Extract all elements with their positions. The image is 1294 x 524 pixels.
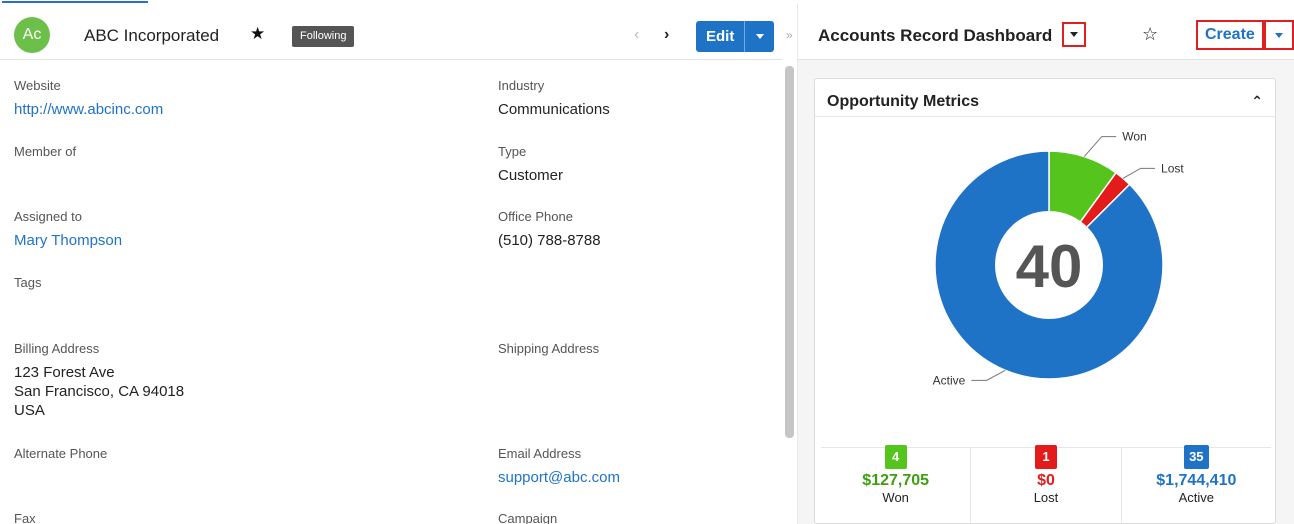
- dashlet-title: Opportunity Metrics: [827, 93, 980, 110]
- leader-line-won: [1083, 136, 1117, 157]
- edit-button[interactable]: Edit: [696, 21, 745, 52]
- industry-value[interactable]: Communications: [498, 100, 610, 119]
- office-phone-value[interactable]: (510) 788-8788: [498, 231, 601, 250]
- opportunity-donut-chart: 40 Won Lost Active: [933, 130, 1185, 388]
- slice-label-won: Won: [1122, 130, 1146, 144]
- dashboard-header: Accounts Record Dashboard ☆ Create: [798, 4, 1294, 60]
- email-address-link[interactable]: support@abc.com: [498, 468, 620, 487]
- collapse-pane-icon[interactable]: »: [786, 28, 793, 42]
- slice-label-active: Active: [933, 373, 966, 387]
- billing-address-line3[interactable]: USA: [14, 401, 45, 420]
- slice-label-lost: Lost: [1161, 161, 1184, 175]
- dashboard-favorite-star-icon[interactable]: ☆: [1142, 24, 1158, 45]
- dashboard-menu-dropdown[interactable]: [1062, 22, 1086, 47]
- donut-total-label: 40: [1016, 233, 1083, 300]
- website-link[interactable]: http://www.abcinc.com: [14, 100, 163, 119]
- opportunity-metrics-dashlet: Opportunity Metrics ⌃ 40 Won Lost Active 4 $…: [814, 78, 1276, 524]
- metric-label: Lost: [1033, 490, 1059, 505]
- avatar: Ac: [14, 17, 50, 53]
- metric-amount: $1,744,410: [1156, 472, 1237, 489]
- record-name: ABC Incorporated: [84, 26, 220, 45]
- metric-won[interactable]: 4 $127,705 Won: [821, 445, 970, 524]
- following-button[interactable]: Following: [292, 26, 355, 47]
- record-scrollbar[interactable]: [785, 66, 794, 438]
- metric-count-badge: 4: [884, 445, 907, 469]
- campaign-label: Campaign: [498, 511, 558, 524]
- metric-label: Won: [882, 490, 909, 505]
- alternate-phone-label: Alternate Phone: [14, 446, 108, 461]
- website-label: Website: [14, 78, 61, 93]
- create-button[interactable]: Create: [1196, 20, 1264, 50]
- edit-button-group: Edit: [696, 21, 775, 52]
- leader-line-active: [971, 369, 1006, 381]
- billing-address-line1[interactable]: 123 Forest Ave: [14, 363, 115, 382]
- type-value[interactable]: Customer: [498, 166, 563, 185]
- metric-active[interactable]: 35 $1,744,410 Active: [1120, 445, 1271, 524]
- previous-record-icon[interactable]: ‹: [634, 26, 639, 44]
- billing-address-label: Billing Address: [14, 341, 100, 356]
- assigned-to-label: Assigned to: [14, 209, 82, 224]
- office-phone-label: Office Phone: [498, 209, 573, 224]
- metric-count-badge: 1: [1034, 445, 1057, 469]
- chevron-down-icon: [1275, 32, 1283, 38]
- metrics-row: 4 $127,705 Won 1 $0 Lost 35 $1,744,410 Active: [821, 445, 1271, 524]
- favorite-star-icon[interactable]: ★: [250, 24, 265, 44]
- fax-label: Fax: [14, 511, 36, 524]
- record-header: Ac ABC Incorporated ★ Following ‹ › Edit: [0, 4, 782, 60]
- edit-actions-dropdown[interactable]: [744, 21, 775, 52]
- metric-label: Active: [1178, 490, 1215, 505]
- metric-amount: $127,705: [862, 472, 930, 489]
- dashboard-pane: Accounts Record Dashboard ☆ Create Oppor…: [798, 4, 1294, 524]
- tags-label: Tags: [14, 275, 42, 290]
- type-label: Type: [498, 144, 527, 159]
- leader-line-lost: [1122, 167, 1156, 179]
- industry-label: Industry: [498, 78, 545, 93]
- record-pane: Ac ABC Incorporated ★ Following ‹ › Edit…: [0, 4, 782, 524]
- member-of-label: Member of: [14, 144, 77, 159]
- create-actions-dropdown[interactable]: [1264, 20, 1294, 50]
- metric-amount: $0: [1037, 472, 1055, 489]
- chevron-down-icon: [755, 34, 764, 39]
- email-address-label: Email Address: [498, 446, 582, 461]
- next-record-icon[interactable]: ›: [664, 26, 669, 44]
- shipping-address-label: Shipping Address: [498, 341, 600, 356]
- metric-lost[interactable]: 1 $0 Lost: [970, 445, 1120, 524]
- metric-count-badge: 35: [1184, 445, 1209, 469]
- billing-address-line2[interactable]: San Francisco, CA 94018: [14, 382, 184, 401]
- dashboard-title: Accounts Record Dashboard: [818, 26, 1053, 45]
- chevron-down-icon: [1070, 32, 1078, 37]
- assigned-to-link[interactable]: Mary Thompson: [14, 231, 122, 250]
- chevron-up-icon[interactable]: ⌃: [1251, 93, 1263, 110]
